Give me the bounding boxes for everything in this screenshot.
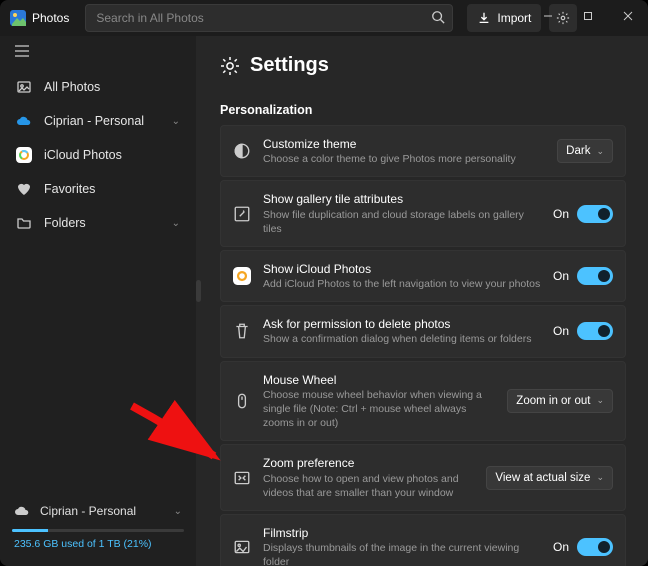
minimize-button[interactable] [528, 0, 568, 32]
section-personalization: Personalization [220, 103, 626, 117]
app-title: Photos [32, 11, 69, 25]
setting-sub: Show file duplication and cloud storage … [263, 208, 541, 236]
cloud-icon [16, 113, 32, 129]
photos-icon [16, 79, 32, 95]
mouse-dropdown[interactable]: Zoom in or out⌄ [507, 389, 613, 413]
setting-sub: Show a confirmation dialog when deleting… [263, 332, 541, 346]
sidebar-item-label: All Photos [44, 80, 180, 94]
chevron-down-icon: ⌄ [174, 506, 182, 517]
sidebar-item-icloud[interactable]: iCloud Photos [6, 138, 190, 172]
import-label: Import [497, 11, 531, 25]
setting-title: Customize theme [263, 136, 545, 152]
filmstrip-toggle[interactable] [577, 538, 613, 556]
setting-title: Zoom preference [263, 455, 474, 471]
split-handle[interactable] [196, 280, 201, 302]
search-input[interactable] [85, 4, 453, 32]
sidebar-item-onedrive-personal[interactable]: Ciprian - Personal ⌄ [6, 104, 190, 138]
gear-icon [220, 56, 240, 76]
page-title: Settings [250, 54, 329, 77]
setting-sub: Add iCloud Photos to the left navigation… [263, 277, 541, 291]
toggle-state: On [553, 540, 569, 554]
storage-usage-link[interactable]: 235.6 GB used of 1 TB (21%) [8, 536, 188, 552]
gallery-toggle[interactable] [577, 205, 613, 223]
sidebar-item-label: Favorites [44, 182, 180, 196]
toggle-state: On [553, 207, 569, 221]
theme-icon [233, 142, 251, 160]
sidebar-item-label: iCloud Photos [44, 148, 180, 162]
maximize-button[interactable] [568, 0, 608, 32]
heart-icon [16, 181, 32, 197]
setting-title: Filmstrip [263, 525, 541, 541]
delete-toggle[interactable] [577, 322, 613, 340]
sidebar-item-folders[interactable]: Folders ⌄ [6, 206, 190, 240]
sidebar-item-label: Ciprian - Personal [44, 114, 160, 128]
toggle-state: On [553, 324, 569, 338]
setting-sub: Choose mouse wheel behavior when viewing… [263, 388, 495, 431]
setting-filmstrip[interactable]: Filmstrip Displays thumbnails of the ima… [220, 514, 626, 566]
setting-sub: Choose a color theme to give Photos more… [263, 152, 545, 166]
setting-title: Show iCloud Photos [263, 261, 541, 277]
zoom-icon [233, 469, 251, 487]
filmstrip-icon [233, 538, 251, 556]
chevron-down-icon: ⌄ [172, 116, 180, 127]
edit-icon [233, 205, 251, 223]
setting-mouse-wheel[interactable]: Mouse Wheel Choose mouse wheel behavior … [220, 361, 626, 442]
folder-icon [16, 215, 32, 231]
theme-dropdown[interactable]: Dark⌄ [557, 139, 613, 163]
storage-progress [12, 529, 184, 532]
setting-icloud[interactable]: Show iCloud Photos Add iCloud Photos to … [220, 250, 626, 302]
sidebar-item-label: Folders [44, 216, 160, 230]
app-icon [10, 10, 26, 26]
cloud-icon [14, 503, 30, 519]
setting-title: Ask for permission to delete photos [263, 316, 541, 332]
setting-gallery-attributes[interactable]: Show gallery tile attributes Show file d… [220, 180, 626, 247]
icloud-icon [233, 267, 251, 285]
setting-title: Show gallery tile attributes [263, 191, 541, 207]
chevron-down-icon: ⌄ [172, 218, 180, 229]
mouse-icon [233, 392, 251, 410]
setting-sub: Displays thumbnails of the image in the … [263, 541, 541, 566]
storage-account[interactable]: Ciprian - Personal ⌄ [8, 499, 188, 523]
icloud-toggle[interactable] [577, 267, 613, 285]
setting-title: Mouse Wheel [263, 372, 495, 388]
search-icon[interactable] [431, 10, 445, 24]
trash-icon [233, 322, 251, 340]
setting-delete-permission[interactable]: Ask for permission to delete photos Show… [220, 305, 626, 357]
zoom-dropdown[interactable]: View at actual size⌄ [486, 466, 613, 490]
hamburger-button[interactable] [0, 36, 196, 66]
setting-sub: Choose how to open and view photos and v… [263, 472, 474, 500]
storage-account-label: Ciprian - Personal [40, 504, 164, 518]
sidebar-item-favorites[interactable]: Favorites [6, 172, 190, 206]
toggle-state: On [553, 269, 569, 283]
sidebar-item-all-photos[interactable]: All Photos [6, 70, 190, 104]
setting-zoom-preference[interactable]: Zoom preference Choose how to open and v… [220, 444, 626, 511]
icloud-icon [16, 147, 32, 163]
setting-theme[interactable]: Customize theme Choose a color theme to … [220, 125, 626, 177]
close-button[interactable] [608, 0, 648, 32]
